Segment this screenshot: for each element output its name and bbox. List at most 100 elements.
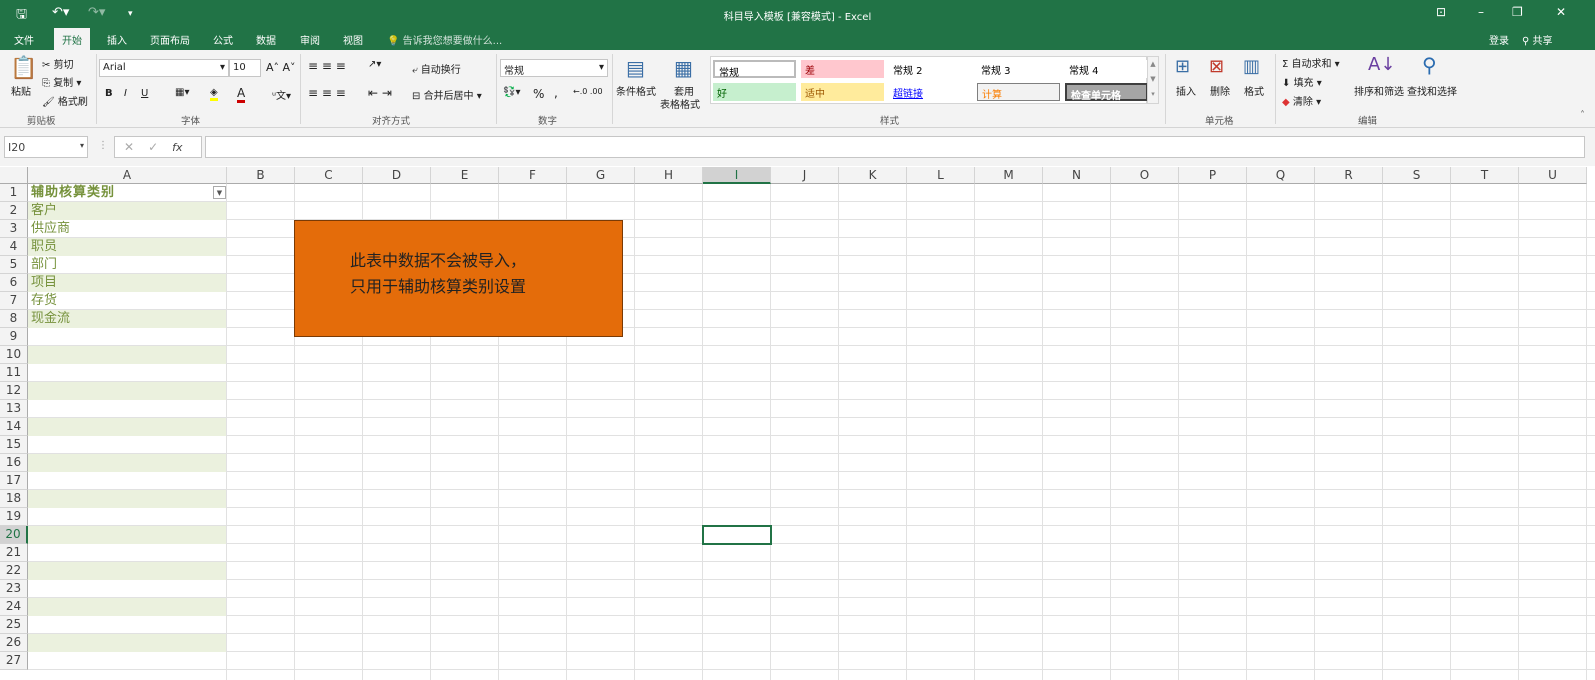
border-icon[interactable]: ▦▾	[175, 87, 189, 98]
row-header-2[interactable]: 2	[0, 202, 28, 220]
column-header-F[interactable]: F	[499, 167, 567, 184]
insert-cells-button[interactable]: 插入	[1176, 83, 1196, 98]
orientation-icon[interactable]: ↗▾	[368, 59, 381, 70]
cell-A4[interactable]: 职员	[28, 238, 227, 256]
row-header-9[interactable]: 9	[0, 328, 28, 346]
percent-button[interactable]: %	[533, 87, 544, 101]
fill-color-icon[interactable]: ◈	[210, 87, 218, 101]
cell-A6[interactable]: 项目	[28, 274, 227, 292]
bold-button[interactable]: B	[105, 88, 113, 99]
row-header-18[interactable]: 18	[0, 490, 28, 508]
row-header-15[interactable]: 15	[0, 436, 28, 454]
fx-button[interactable]: fx	[172, 141, 182, 154]
decimal-icon[interactable]: ←.0 .00	[573, 87, 603, 96]
cell-A3[interactable]: 供应商	[28, 220, 227, 238]
column-header-E[interactable]: E	[431, 167, 499, 184]
spreadsheet-grid[interactable]: 此表中数据不会被导入， 只用于辅助核算类别设置 ABCDEFGHIJKLMNOP…	[0, 167, 1595, 680]
column-header-D[interactable]: D	[363, 167, 431, 184]
font-grow-icon[interactable]: A˄ A˅	[266, 61, 296, 74]
cell-style-1[interactable]: 差	[801, 60, 884, 78]
tab-view[interactable]: 视图	[343, 32, 363, 47]
font-size-select[interactable]: 10	[229, 59, 261, 77]
delete-cells-icon[interactable]: ⊠	[1209, 56, 1224, 77]
conditional-format-icon[interactable]: ▤	[626, 56, 645, 80]
row-header-5[interactable]: 5	[0, 256, 28, 274]
column-header-R[interactable]: R	[1315, 167, 1383, 184]
column-header-T[interactable]: T	[1451, 167, 1519, 184]
find-select-icon[interactable]: ⚲	[1422, 53, 1437, 77]
paste-button[interactable]: 粘贴	[11, 83, 31, 98]
wrap-text-button[interactable]: ⤶ 自动换行	[412, 61, 461, 76]
tab-insert[interactable]: 插入	[107, 32, 127, 47]
autosum-button[interactable]: Σ 自动求和 ▾	[1282, 55, 1340, 70]
insert-cells-icon[interactable]: ⊞	[1175, 56, 1190, 77]
sort-filter-icon[interactable]: A↓	[1368, 54, 1395, 75]
table-format-icon[interactable]: ▦	[674, 56, 693, 80]
format-cells-icon[interactable]: ▥	[1243, 56, 1260, 77]
find-select-button[interactable]: 查找和选择	[1407, 83, 1457, 98]
share-button[interactable]: ⚲ 共享	[1522, 32, 1553, 47]
row-header-8[interactable]: 8	[0, 310, 28, 328]
row-header-24[interactable]: 24	[0, 598, 28, 616]
row-header-23[interactable]: 23	[0, 580, 28, 598]
column-header-J[interactable]: J	[771, 167, 839, 184]
column-header-N[interactable]: N	[1043, 167, 1111, 184]
cell-style-8[interactable]: 计算	[977, 83, 1060, 101]
cell-style-9[interactable]: 检查单元格	[1065, 83, 1148, 102]
column-header-A[interactable]: A	[28, 167, 227, 184]
number-format-select[interactable]: 常规 ▾	[500, 59, 608, 77]
row-header-21[interactable]: 21	[0, 544, 28, 562]
row-header-19[interactable]: 19	[0, 508, 28, 526]
select-all-corner[interactable]	[0, 167, 28, 184]
indent-icon[interactable]: ⇤ ⇥	[368, 86, 392, 100]
column-header-O[interactable]: O	[1111, 167, 1179, 184]
column-header-H[interactable]: H	[635, 167, 703, 184]
enter-icon[interactable]: ✓	[148, 140, 158, 154]
sort-filter-button[interactable]: 排序和筛选	[1354, 83, 1404, 98]
format-cells-button[interactable]: 格式	[1244, 83, 1264, 98]
tab-page-layout[interactable]: 页面布局	[150, 32, 190, 47]
cell-A2[interactable]: 客户	[28, 202, 227, 220]
tab-formulas[interactable]: 公式	[213, 32, 233, 47]
tab-data[interactable]: 数据	[256, 32, 276, 47]
row-header-20[interactable]: 20	[0, 526, 28, 544]
paste-icon[interactable]: 📋	[10, 56, 37, 81]
align-top-icon[interactable]: ≡ ≡ ≡	[308, 59, 346, 73]
row-header-3[interactable]: 3	[0, 220, 28, 238]
italic-button[interactable]: I	[124, 88, 127, 99]
row-header-1[interactable]: 1	[0, 184, 28, 202]
row-header-10[interactable]: 10	[0, 346, 28, 364]
cell-style-7[interactable]: 超链接	[889, 83, 972, 101]
column-header-U[interactable]: U	[1519, 167, 1587, 184]
cell-A5[interactable]: 部门	[28, 256, 227, 274]
column-header-C[interactable]: C	[295, 167, 363, 184]
ribbon-display-icon[interactable]: ⊡	[1436, 5, 1446, 19]
gallery-scroll[interactable]: ▲ ▼ ▾	[1147, 56, 1159, 104]
minimize-icon[interactable]: –	[1478, 5, 1484, 19]
copy-button[interactable]: ⎘ 复制 ▾	[42, 74, 81, 89]
row-header-17[interactable]: 17	[0, 472, 28, 490]
name-box[interactable]: I20 ▾	[4, 136, 88, 158]
tab-review[interactable]: 审阅	[300, 32, 320, 47]
font-color-icon[interactable]: A	[237, 86, 246, 103]
row-header-7[interactable]: 7	[0, 292, 28, 310]
column-header-I[interactable]: I	[703, 167, 771, 184]
collapse-ribbon-icon[interactable]: ˄	[1580, 110, 1585, 121]
underline-button[interactable]: U	[141, 88, 148, 99]
column-header-M[interactable]: M	[975, 167, 1043, 184]
row-header-6[interactable]: 6	[0, 274, 28, 292]
fill-button[interactable]: ⬇ 填充 ▾	[1282, 74, 1322, 89]
cell-style-4[interactable]: 常规 4	[1065, 60, 1148, 78]
row-header-25[interactable]: 25	[0, 616, 28, 634]
currency-icon[interactable]: 💱▾	[503, 87, 520, 98]
close-icon[interactable]: ✕	[1556, 5, 1566, 19]
tab-file[interactable]: 文件	[14, 32, 34, 47]
font-name-select[interactable]: Arial ▾	[99, 59, 229, 77]
row-header-27[interactable]: 27	[0, 652, 28, 670]
delete-cells-button[interactable]: 删除	[1210, 83, 1230, 98]
cell-A1[interactable]: 辅助核算类别	[28, 184, 227, 202]
tell-me-search[interactable]: 💡 告诉我您想要做什么...	[387, 32, 502, 47]
row-header-14[interactable]: 14	[0, 418, 28, 436]
row-header-12[interactable]: 12	[0, 382, 28, 400]
selected-cell-I20[interactable]	[702, 525, 772, 545]
